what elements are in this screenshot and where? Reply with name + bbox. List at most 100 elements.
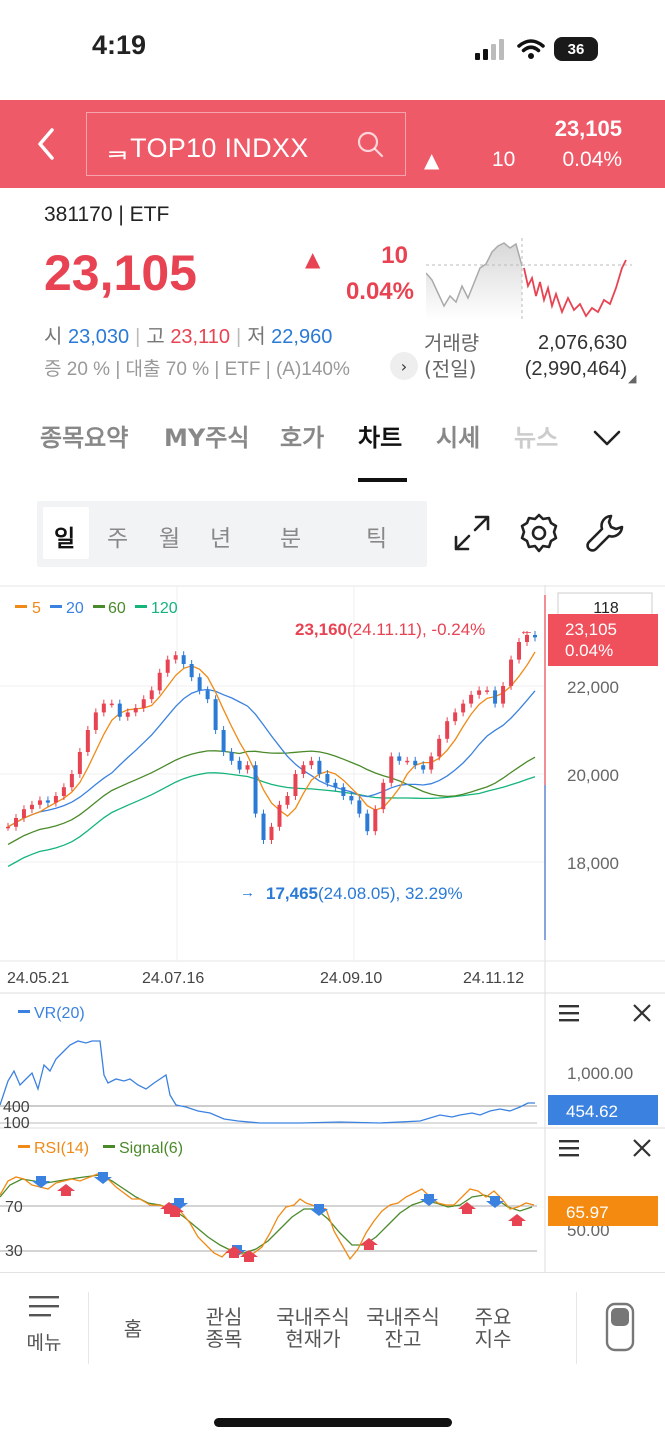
status-icons: 36 [474, 36, 598, 62]
vr-current-value: 454.62 [566, 1102, 618, 1121]
nav-watchlist[interactable]: 관심 종목 [180, 1306, 268, 1350]
low-annotation: → 17,465(24.08.05), 32.29% [240, 884, 463, 903]
open-label: 시 [44, 326, 63, 348]
candle-body [205, 690, 210, 700]
nav-domestic-price[interactable]: 국내주식 현재가 [268, 1306, 358, 1350]
candle-body [293, 774, 298, 796]
rsi-menu-icon[interactable] [559, 1140, 579, 1157]
svg-text:23,160(24.11.11), -0.24%: 23,160(24.11.11), -0.24% [295, 620, 485, 639]
menu-button[interactable]: 메뉴 [24, 1292, 64, 1355]
volume-corner-icon: ◢ [628, 372, 637, 385]
info-more-chevron-icon[interactable]: › [390, 352, 418, 380]
back-arrow-icon[interactable] [30, 124, 66, 164]
low-annotation-date: (24.08.05) [318, 884, 396, 903]
candle-body [285, 796, 290, 805]
volume-label-today: 거래량 [424, 331, 480, 355]
candle-body [69, 774, 74, 788]
price-change: 10 [381, 242, 408, 269]
current-price-tag-price: 23,105 [565, 620, 617, 639]
nav-divider [88, 1292, 89, 1364]
period-tick[interactable]: 틱 [366, 519, 387, 553]
wrench-icon[interactable] [584, 512, 626, 554]
period-week[interactable]: 주 [107, 519, 128, 553]
active-tab-indicator [358, 478, 407, 482]
search-icon[interactable] [356, 130, 384, 158]
candle-body [125, 712, 130, 717]
candle-body [61, 787, 66, 796]
candle-body [173, 655, 178, 660]
tab-news[interactable]: 뉴스 [514, 418, 558, 453]
price-chart[interactable]: 5 20 60 120 23,160(24.11.11), -0.24% ← →… [0, 585, 665, 1275]
candle-body [405, 760, 410, 763]
candle-body [325, 774, 330, 783]
rsi-line [0, 1172, 535, 1261]
low-value: 22,960 [271, 326, 333, 348]
nav-domestic-balance[interactable]: 국내주식 잔고 [358, 1306, 448, 1350]
volume-prev: (2,990,464) [524, 358, 627, 380]
vr-close-icon[interactable] [633, 1004, 651, 1022]
candlesticks [6, 631, 537, 844]
candle-body [397, 756, 402, 761]
toggle-switch-icon[interactable] [604, 1302, 636, 1352]
candle-body [6, 826, 10, 829]
open-value: 23,030 [67, 326, 130, 348]
candle-body [309, 760, 314, 766]
candle-body [197, 677, 202, 691]
candle-body [389, 756, 394, 783]
period-minute[interactable]: 분 [280, 519, 301, 553]
vr-panel: VR(20) 400 100 1,000.00 454.62 [0, 1005, 658, 1132]
tab-quotes[interactable]: 시세 [436, 418, 480, 453]
high-annotation: 23,160(24.11.11), -0.24% ← [295, 620, 534, 639]
menu-label: 메뉴 [26, 1332, 62, 1354]
stock-code-type: 381170 | ETF [44, 203, 170, 226]
rsi-panel: RSI(14) Signal(6) 70 30 50.00 65.97 [0, 1140, 658, 1262]
chevron-down-icon[interactable] [592, 426, 622, 450]
tab-summary[interactable]: 종목요약 [40, 418, 128, 453]
menu-hamburger-icon [29, 1296, 59, 1317]
rsi-tick-30: 30 [5, 1243, 23, 1260]
candle-body [13, 818, 18, 827]
high-label: 고 [146, 326, 165, 348]
volume-today: 2,076,630 [538, 332, 627, 354]
candle-body [381, 782, 386, 810]
vr-menu-icon[interactable] [559, 1005, 579, 1022]
vr-label: VR(20) [34, 1005, 85, 1022]
candle-body [493, 690, 498, 704]
vr-tick-100: 100 [3, 1115, 30, 1132]
tab-chart[interactable]: 차트 [358, 418, 402, 453]
current-price-tag-pct: 0.04% [565, 641, 613, 660]
expand-icon[interactable] [451, 512, 493, 554]
vr-tick-1000: 1,000.00 [567, 1064, 633, 1083]
candle-body [133, 708, 138, 713]
candle-body [261, 813, 266, 840]
price-up-arrow-icon: ▲ [305, 247, 321, 271]
low-annotation-price: 17,465 [266, 884, 318, 903]
period-year[interactable]: 년 [210, 519, 231, 553]
candle-body [373, 809, 378, 832]
intraday-mini-chart [426, 238, 632, 320]
candle-body [245, 765, 250, 770]
period-month[interactable]: 월 [159, 519, 180, 553]
vr-line [0, 1040, 535, 1124]
candle-body [117, 703, 122, 717]
nav-major-index[interactable]: 주요 지수 [448, 1306, 538, 1350]
candle-body [85, 730, 90, 752]
candle-body [29, 804, 34, 810]
legend-ma5: 5 [32, 600, 41, 617]
settings-gear-icon[interactable] [518, 512, 560, 554]
bottom-nav [0, 1272, 665, 1440]
candle-body [485, 690, 490, 692]
open-high-low: 시 23,030 | 고 23,110 | 저 22,960 [44, 326, 333, 348]
period-day[interactable]: 일 [54, 519, 75, 553]
candle-body [149, 690, 154, 700]
candle-body [509, 659, 514, 686]
nav-home[interactable]: 홈 [108, 1318, 158, 1340]
tab-my-stock[interactable]: MY주식 [164, 418, 249, 453]
stock-name[interactable]: ᆿTOP10 INDXX [105, 126, 309, 165]
tab-orderbook[interactable]: 호가 [280, 418, 324, 453]
candle-body [453, 712, 458, 722]
header-change: 10 [492, 148, 516, 171]
candle-body [445, 721, 450, 739]
x-tick-3: 24.09.10 [320, 970, 382, 987]
rsi-close-icon[interactable] [633, 1139, 651, 1157]
